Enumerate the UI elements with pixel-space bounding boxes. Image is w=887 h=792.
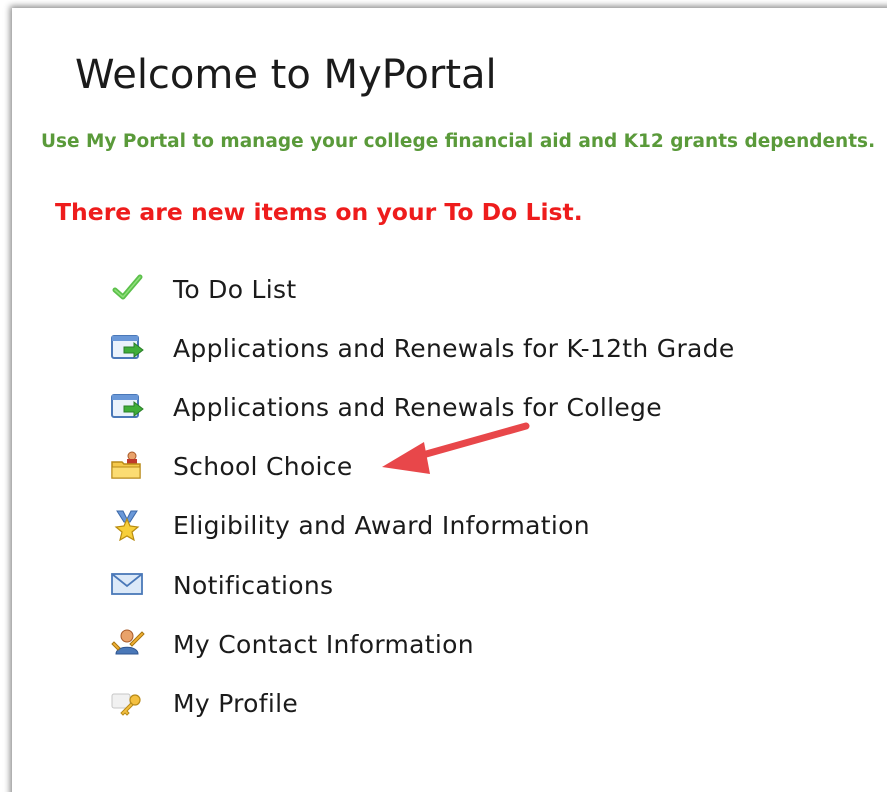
intro-text: Use My Portal to manage your college fin…	[41, 131, 876, 152]
key-icon	[110, 687, 146, 719]
window-arrow-icon	[110, 332, 146, 364]
menu-item-notifications[interactable]: Notifications	[110, 571, 810, 611]
checkmark-icon	[110, 273, 146, 305]
todo-alert: There are new items on your To Do List.	[55, 198, 583, 226]
menu-item-label: Applications and Renewals for College	[173, 393, 662, 422]
menu-item-todo-list[interactable]: To Do List	[110, 273, 810, 315]
page-title: Welcome to MyPortal	[75, 52, 497, 98]
menu-item-label: My Contact Information	[173, 630, 474, 659]
menu-item-applications-k12[interactable]: Applications and Renewals for K-12th Gra…	[110, 334, 810, 374]
menu-item-school-choice[interactable]: School Choice	[110, 450, 810, 492]
menu-item-contact-information[interactable]: My Contact Information	[110, 628, 810, 670]
menu-item-label: To Do List	[173, 275, 297, 304]
envelope-icon	[110, 569, 146, 601]
menu-item-label: My Profile	[173, 689, 299, 718]
school-folder-icon	[110, 450, 146, 482]
contact-person-icon	[110, 628, 146, 660]
star-icon	[110, 509, 146, 541]
window-arrow-icon	[110, 391, 146, 423]
menu-item-label: School Choice	[173, 452, 353, 481]
menu-item-applications-college[interactable]: Applications and Renewals for College	[110, 393, 810, 433]
menu-item-label: Applications and Renewals for K-12th Gra…	[173, 334, 735, 363]
menu-item-label: Notifications	[173, 571, 334, 600]
menu-item-my-profile[interactable]: My Profile	[110, 689, 810, 729]
menu-item-label: Eligibility and Award Information	[173, 511, 590, 540]
menu-item-eligibility-award[interactable]: Eligibility and Award Information	[110, 509, 810, 551]
